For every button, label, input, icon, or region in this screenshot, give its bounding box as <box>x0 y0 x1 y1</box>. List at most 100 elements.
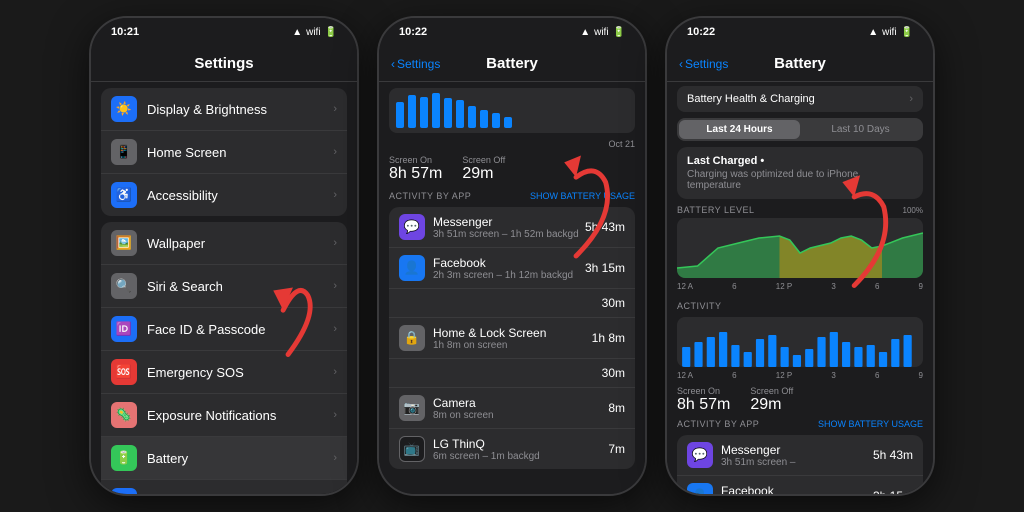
chevron-icon: › <box>333 189 337 201</box>
settings-list: ☀️ Display & Brightness › 📱 Home Screen … <box>91 82 357 494</box>
last-charged-box: Last Charged • Charging was optimized du… <box>677 147 923 199</box>
accessibility-label: Accessibility <box>147 188 333 203</box>
app-row-misc2: 30m <box>389 359 635 388</box>
app-row-misc1: 30m <box>389 289 635 318</box>
app-list-bottom: 💬 Messenger 3h 51m screen – 5h 43m 👤 Fac… <box>677 435 923 494</box>
battery-health-chevron: › <box>909 93 913 105</box>
battery-graph-content: Battery Health & Charging › Last 24 Hour… <box>667 82 933 494</box>
screen-on-value-3: 8h 57m <box>677 396 730 414</box>
nav-back-2[interactable]: ‹ Settings <box>391 57 440 71</box>
facebook-time-3: 3h 15m <box>873 489 913 494</box>
activity-by-app-label: ACTIVITY BY APP <box>677 419 759 429</box>
homescreen-icon: 📱 <box>111 139 137 165</box>
wifi-icon: wifi <box>306 27 320 38</box>
privacy-label: Privacy & Security <box>147 494 333 495</box>
chart-bar <box>492 113 500 128</box>
settings-item-accessibility[interactable]: ♿ Accessibility › <box>101 174 347 216</box>
siri-label: Siri & Search <box>147 279 333 294</box>
messenger-detail: 3h 51m screen – 1h 52m backgd <box>433 229 585 240</box>
misc2-time: 30m <box>602 366 625 380</box>
app-row-messenger: 💬 Messenger 3h 51m screen – 1h 52m backg… <box>389 207 635 248</box>
messenger-detail-3: 3h 51m screen – <box>721 457 873 468</box>
activity-bar <box>682 347 690 367</box>
settings-item-privacy[interactable]: 🔒 Privacy & Security › <box>101 480 347 494</box>
activity-bar <box>854 347 862 367</box>
nav-back-3[interactable]: ‹ Settings <box>679 57 728 71</box>
date-label: Oct 21 <box>379 139 645 151</box>
settings-item-battery[interactable]: 🔋 Battery › <box>101 437 347 480</box>
activity-bar <box>817 337 825 367</box>
battery-level-graph <box>677 218 923 278</box>
screen-on-label: Screen On <box>389 155 442 165</box>
privacy-icon: 🔒 <box>111 488 137 494</box>
settings-item-siri[interactable]: 🔍 Siri & Search › <box>101 265 347 308</box>
activity-bar <box>694 342 702 367</box>
settings-item-homescreen[interactable]: 📱 Home Screen › <box>101 131 347 174</box>
activity-bar <box>793 355 801 367</box>
settings-item-faceid[interactable]: 🆔 Face ID & Passcode › <box>101 308 347 351</box>
facebook-time: 3h 15m <box>585 261 625 275</box>
camera-detail: 8m on screen <box>433 410 608 421</box>
battery-label: Battery <box>147 451 333 466</box>
lgthinq-info: LG ThinQ 6m screen – 1m backgd <box>433 437 608 462</box>
chart-bar <box>444 98 452 128</box>
facebook-icon: 👤 <box>399 255 425 281</box>
screen-off-label-3: Screen Off <box>750 386 793 396</box>
display-label: Display & Brightness <box>147 102 333 117</box>
time-tabs: Last 24 Hours Last 10 Days <box>677 118 923 141</box>
app-row-facebook: 👤 Facebook 2h 3m screen – 1h 12m backgd … <box>389 248 635 289</box>
homescreen-icon: 🔒 <box>399 325 425 351</box>
screen-off-stat-3: Screen Off 29m <box>750 386 793 414</box>
activity-bar <box>744 352 752 367</box>
settings-item-sos[interactable]: 🆘 Emergency SOS › <box>101 351 347 394</box>
messenger-info-3: Messenger 3h 51m screen – <box>721 443 873 468</box>
activity-bar <box>768 335 776 367</box>
time-label-1: 12 A <box>677 282 693 291</box>
status-icons-2: ▲ wifi 🔋 <box>580 27 625 38</box>
lgthinq-time: 7m <box>608 442 625 456</box>
screen-on-value: 8h 57m <box>389 165 442 183</box>
activity-graph-label: ACTIVITY <box>677 301 722 311</box>
nav-title-3: Battery <box>774 55 826 72</box>
status-time-3: 10:22 <box>687 26 715 38</box>
tab-10d[interactable]: Last 10 Days <box>800 120 921 139</box>
sos-label: Emergency SOS <box>147 365 333 380</box>
settings-item-exposure[interactable]: 🦠 Exposure Notifications › <box>101 394 347 437</box>
chevron-icon: › <box>333 323 337 335</box>
chart-bar <box>480 110 488 129</box>
messenger-icon: 💬 <box>399 214 425 240</box>
bottom-stats: Screen On 8h 57m Screen Off 29m <box>667 383 933 417</box>
percent-label: 100% <box>903 206 923 215</box>
camera-icon: 📷 <box>399 395 425 421</box>
tab-24h[interactable]: Last 24 Hours <box>679 120 800 139</box>
faceid-label: Face ID & Passcode <box>147 322 333 337</box>
chevron-icon: › <box>333 237 337 249</box>
chart-bar <box>408 95 416 128</box>
show-usage-link-3[interactable]: SHOW BATTERY USAGE <box>818 419 923 429</box>
status-bar-3: 10:22 ▲ wifi 🔋 <box>667 18 933 46</box>
settings-item-display[interactable]: ☀️ Display & Brightness › <box>101 88 347 131</box>
show-usage-link[interactable]: SHOW BATTERY USAGE <box>530 191 635 201</box>
activity-label: ACTIVITY BY APP <box>389 191 471 201</box>
battery-usage-chart <box>389 88 635 133</box>
homescreen-detail: 1h 8m on screen <box>433 340 592 351</box>
sos-icon: 🆘 <box>111 359 137 385</box>
nav-bar-3: ‹ Settings Battery <box>667 46 933 82</box>
time-labels: 12 A 6 12 P 3 6 9 <box>677 281 923 292</box>
battery-health-row[interactable]: Battery Health & Charging › <box>677 86 923 112</box>
settings-item-wallpaper[interactable]: 🖼️ Wallpaper › <box>101 222 347 265</box>
lgthinq-icon: 📺 <box>399 436 425 462</box>
messenger-icon-3: 💬 <box>687 442 713 468</box>
activity-bar <box>842 342 850 367</box>
messenger-name: Messenger <box>433 215 585 229</box>
facebook-info: Facebook 2h 3m screen – 1h 12m backgd <box>433 256 585 281</box>
facebook-detail: 2h 3m screen – 1h 12m backgd <box>433 270 585 281</box>
chart-bar <box>432 93 440 128</box>
screen-off-value-3: 29m <box>750 396 793 414</box>
battery-level-section: BATTERY LEVEL 100% 12 A 6 12 P 3 6 9 <box>667 203 933 294</box>
screen-stats: Screen On 8h 57m Screen Off 29m <box>379 151 645 187</box>
activity-bar <box>707 337 715 367</box>
activity-bar <box>781 347 789 367</box>
time-label-5: 6 <box>875 282 879 291</box>
status-icons-3: ▲ wifi 🔋 <box>868 27 913 38</box>
